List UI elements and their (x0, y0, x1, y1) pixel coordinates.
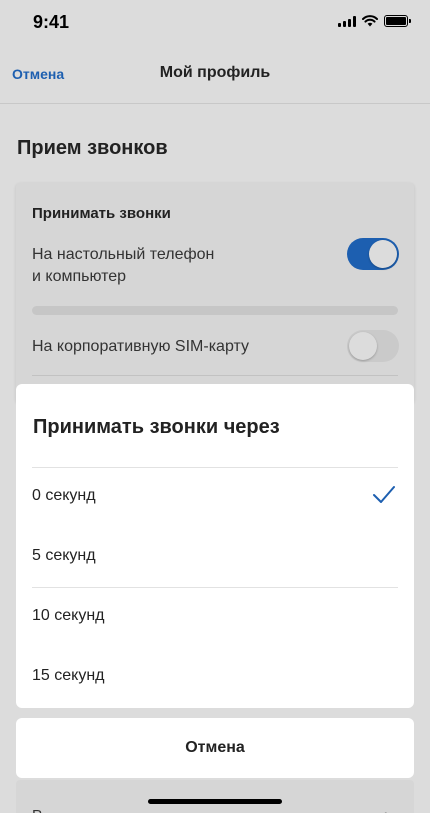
nav-cancel-button[interactable]: Отмена (12, 66, 64, 82)
page-title: Мой профиль (159, 64, 271, 81)
option-label: 15 секунд (32, 667, 105, 684)
delay-action-sheet: Принимать звонки через 0 секунд 5 секунд… (16, 384, 414, 708)
option-label: 5 секунд (32, 547, 96, 564)
home-indicator[interactable] (148, 799, 282, 804)
toggle-knob (369, 240, 397, 268)
option-divider (32, 587, 398, 588)
sheet-cancel-label: Отмена (185, 739, 245, 756)
wifi-icon (362, 15, 378, 27)
section-title: Прием звонков (17, 137, 168, 159)
bottom-card[interactable]: Р › (16, 780, 414, 813)
navigation-bar: Мой профиль Отмена (0, 44, 430, 104)
delay-slider-track[interactable] (32, 306, 398, 315)
bottom-card-text: Р (32, 807, 42, 813)
sheet-cancel-button[interactable]: Отмена (16, 718, 414, 778)
option-0-seconds[interactable]: 0 секунд (32, 467, 398, 527)
card-heading: Принимать звонки (32, 205, 171, 222)
desk-phone-label: На настольный телефон и компьютер (32, 246, 215, 285)
option-label: 10 секунд (32, 607, 105, 624)
battery-icon (384, 15, 411, 27)
option-15-seconds[interactable]: 15 секунд (32, 647, 398, 707)
sim-card-toggle[interactable] (347, 330, 399, 362)
option-label: 0 секунд (32, 487, 96, 504)
option-divider (32, 467, 398, 468)
sheet-title: Принимать звонки через (33, 416, 280, 438)
option-10-seconds[interactable]: 10 секунд (32, 587, 398, 647)
option-5-seconds[interactable]: 5 секунд (32, 527, 398, 587)
status-time: 9:41 (33, 12, 70, 32)
status-icons (338, 15, 411, 27)
toggle-knob (349, 332, 377, 360)
accept-calls-card: Принимать звонки На настольный телефон и… (16, 183, 414, 403)
sim-card-label: На корпоративную SIM-карту (32, 338, 250, 355)
card-divider (32, 375, 398, 376)
chevron-right-icon: › (384, 805, 390, 813)
cellular-signal-icon (338, 15, 356, 27)
desk-phone-toggle[interactable] (347, 238, 399, 270)
checkmark-icon (373, 486, 395, 503)
status-bar: 9:41 (0, 0, 430, 44)
